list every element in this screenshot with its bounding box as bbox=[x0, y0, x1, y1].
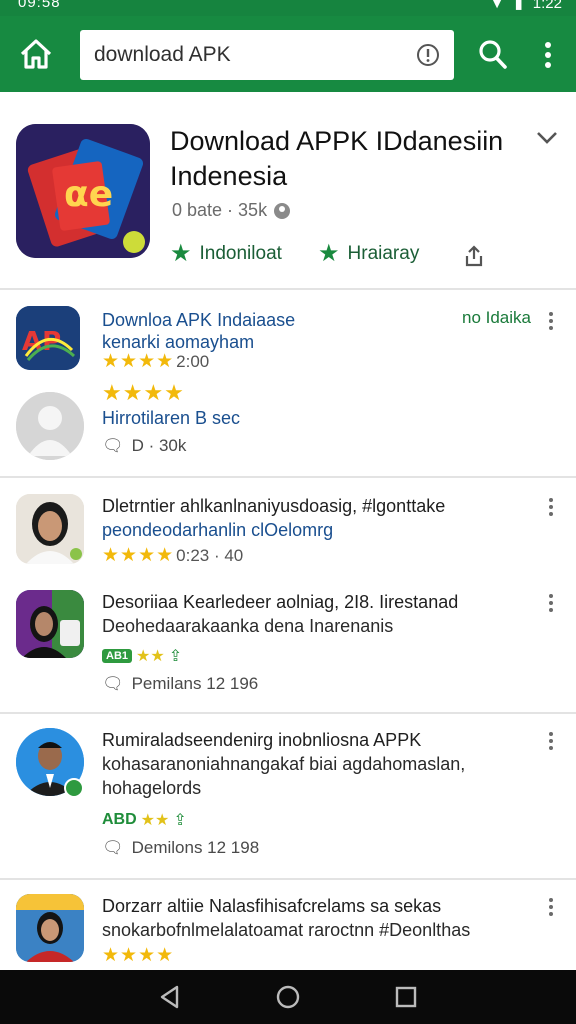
status-icons: ▼ ▮ 1:22 bbox=[490, 0, 562, 12]
item-title[interactable]: Dletrntier ahlkanlnaniyusdoasig, #lgontt… bbox=[102, 494, 445, 518]
featured-app-meta: 0 bate · 35k bbox=[172, 200, 291, 221]
wishlist-button[interactable]: ★ Hraiaray bbox=[318, 242, 419, 266]
verified-icon bbox=[64, 778, 84, 798]
comment-icon: 🗨 bbox=[102, 674, 124, 693]
comment-count: 🗨 D · 30k bbox=[102, 436, 186, 456]
status-time-right: 1:22 bbox=[532, 0, 562, 12]
svg-text:αe: αe bbox=[64, 174, 113, 215]
item-subtitle: peondeodarhanlin clOelomrg bbox=[102, 520, 334, 540]
avatar bbox=[16, 392, 84, 460]
featured-actions: ★ Indoniloat ★ Hraiaray bbox=[170, 242, 570, 272]
home-icon bbox=[20, 39, 52, 69]
search-button[interactable] bbox=[478, 38, 508, 70]
item-badges: ABD ★★ ⇪ bbox=[102, 810, 187, 830]
featured-app-card[interactable]: αe Download APPK IDdanesiin Indenesia 0 … bbox=[0, 92, 576, 290]
system-nav-bar bbox=[0, 970, 576, 1024]
comment-count: 🗨 Pemilans 12 196 bbox=[102, 674, 258, 694]
item-subtitle-2: hohagelords bbox=[102, 778, 202, 798]
item-overflow-button[interactable] bbox=[546, 594, 556, 614]
divider bbox=[0, 712, 576, 714]
divider bbox=[0, 878, 576, 880]
signal-icon: ▼ bbox=[489, 0, 505, 12]
item-overflow-button[interactable] bbox=[546, 498, 556, 518]
comment-text: Pemilans 12 196 bbox=[131, 674, 259, 693]
item-title[interactable]: Rumiraladseendenirg inobnliosna APPK bbox=[102, 728, 421, 752]
home-nav-icon[interactable] bbox=[274, 983, 302, 1011]
rating-text: 2:00 bbox=[176, 352, 210, 371]
comment-text: Demilons 12 198 bbox=[131, 838, 260, 857]
star-icon: ★ bbox=[318, 240, 340, 267]
status-bar: 09:58 ▼ ▮ 1:22 bbox=[0, 0, 576, 16]
share-icon[interactable] bbox=[462, 244, 486, 268]
rating-stars: ★★★★ bbox=[102, 945, 175, 966]
alert-icon[interactable] bbox=[416, 43, 440, 67]
item-title[interactable]: Hirrotilaren B sec bbox=[102, 406, 240, 430]
install-label: Indoniloat bbox=[199, 243, 282, 264]
item-subtitle: snokarbofnlmelalatoamat raroctnn #Deonlt… bbox=[102, 920, 471, 940]
recents-icon[interactable] bbox=[392, 983, 420, 1011]
comment-icon: 🗨 bbox=[102, 838, 124, 857]
item-overflow-button[interactable] bbox=[546, 312, 556, 332]
comment-text: D · 30k bbox=[131, 436, 187, 455]
rating-text: 0:23 · 40 bbox=[176, 546, 244, 565]
rating-stars: ★★★★ 2:00 bbox=[102, 351, 210, 372]
search-icon bbox=[479, 40, 507, 69]
star-icon: ★ bbox=[170, 240, 192, 267]
install-badge: ABD bbox=[102, 811, 137, 828]
avatar bbox=[16, 494, 84, 564]
star-icon: ★★ bbox=[140, 812, 170, 829]
app-icon[interactable]: AP bbox=[16, 306, 80, 370]
search-input[interactable] bbox=[94, 30, 404, 80]
comment-count: 🗨 Demilons 12 198 bbox=[102, 838, 259, 858]
home-button[interactable] bbox=[18, 36, 54, 72]
divider bbox=[0, 476, 576, 478]
info-icon bbox=[274, 202, 291, 219]
item-overflow-button[interactable] bbox=[546, 898, 556, 918]
chevron-down-icon[interactable] bbox=[534, 128, 560, 148]
share-icon: ⇪ bbox=[168, 648, 183, 665]
rating-stars-large: ★★★★ bbox=[102, 380, 185, 405]
avatar bbox=[16, 894, 84, 962]
item-subtitle: Deohedaarakaanka dena Inarenanis bbox=[102, 616, 394, 636]
featured-app-title: Download APPK IDdanesiin Indenesia bbox=[170, 126, 504, 191]
item-overflow-button[interactable] bbox=[546, 732, 556, 752]
status-time-left: 09:58 bbox=[18, 0, 61, 11]
item-title[interactable]: Downloa APK Indaiaase bbox=[102, 308, 295, 332]
item-badge-text: no Idaika bbox=[462, 308, 531, 327]
item-title[interactable]: Desoriiaa Kearledeer aolniag, 2I8. Iires… bbox=[102, 590, 458, 614]
share-icon: ⇪ bbox=[173, 812, 187, 829]
search-box bbox=[80, 30, 454, 80]
rating-stars: ★★★★ 0:23 · 40 bbox=[102, 545, 244, 566]
install-badge: AB1 bbox=[102, 649, 133, 663]
item-title[interactable]: Dorzarr altiie Nalasfihisafcrelams sa se… bbox=[102, 894, 441, 918]
overflow-menu-button[interactable] bbox=[538, 40, 558, 70]
item-subtitle: kohasaranoniahnangakaf biai agdahomaslan… bbox=[102, 754, 466, 774]
install-button[interactable]: ★ Indoniloat bbox=[170, 242, 282, 266]
wishlist-label: Hraiaray bbox=[347, 243, 420, 264]
item-badges: AB1 ★★ ⇪ bbox=[102, 646, 182, 666]
more-vert-icon bbox=[545, 42, 551, 68]
featured-meta-text: 0 bate · 35k bbox=[172, 200, 268, 220]
app-bar bbox=[0, 16, 576, 92]
avatar bbox=[16, 590, 84, 658]
comment-icon: 🗨 bbox=[102, 436, 124, 455]
star-icon: ★★ bbox=[136, 648, 165, 665]
featured-app-icon[interactable]: αe bbox=[16, 124, 150, 258]
back-icon[interactable] bbox=[156, 983, 184, 1011]
battery-icon: ▮ bbox=[514, 0, 523, 12]
